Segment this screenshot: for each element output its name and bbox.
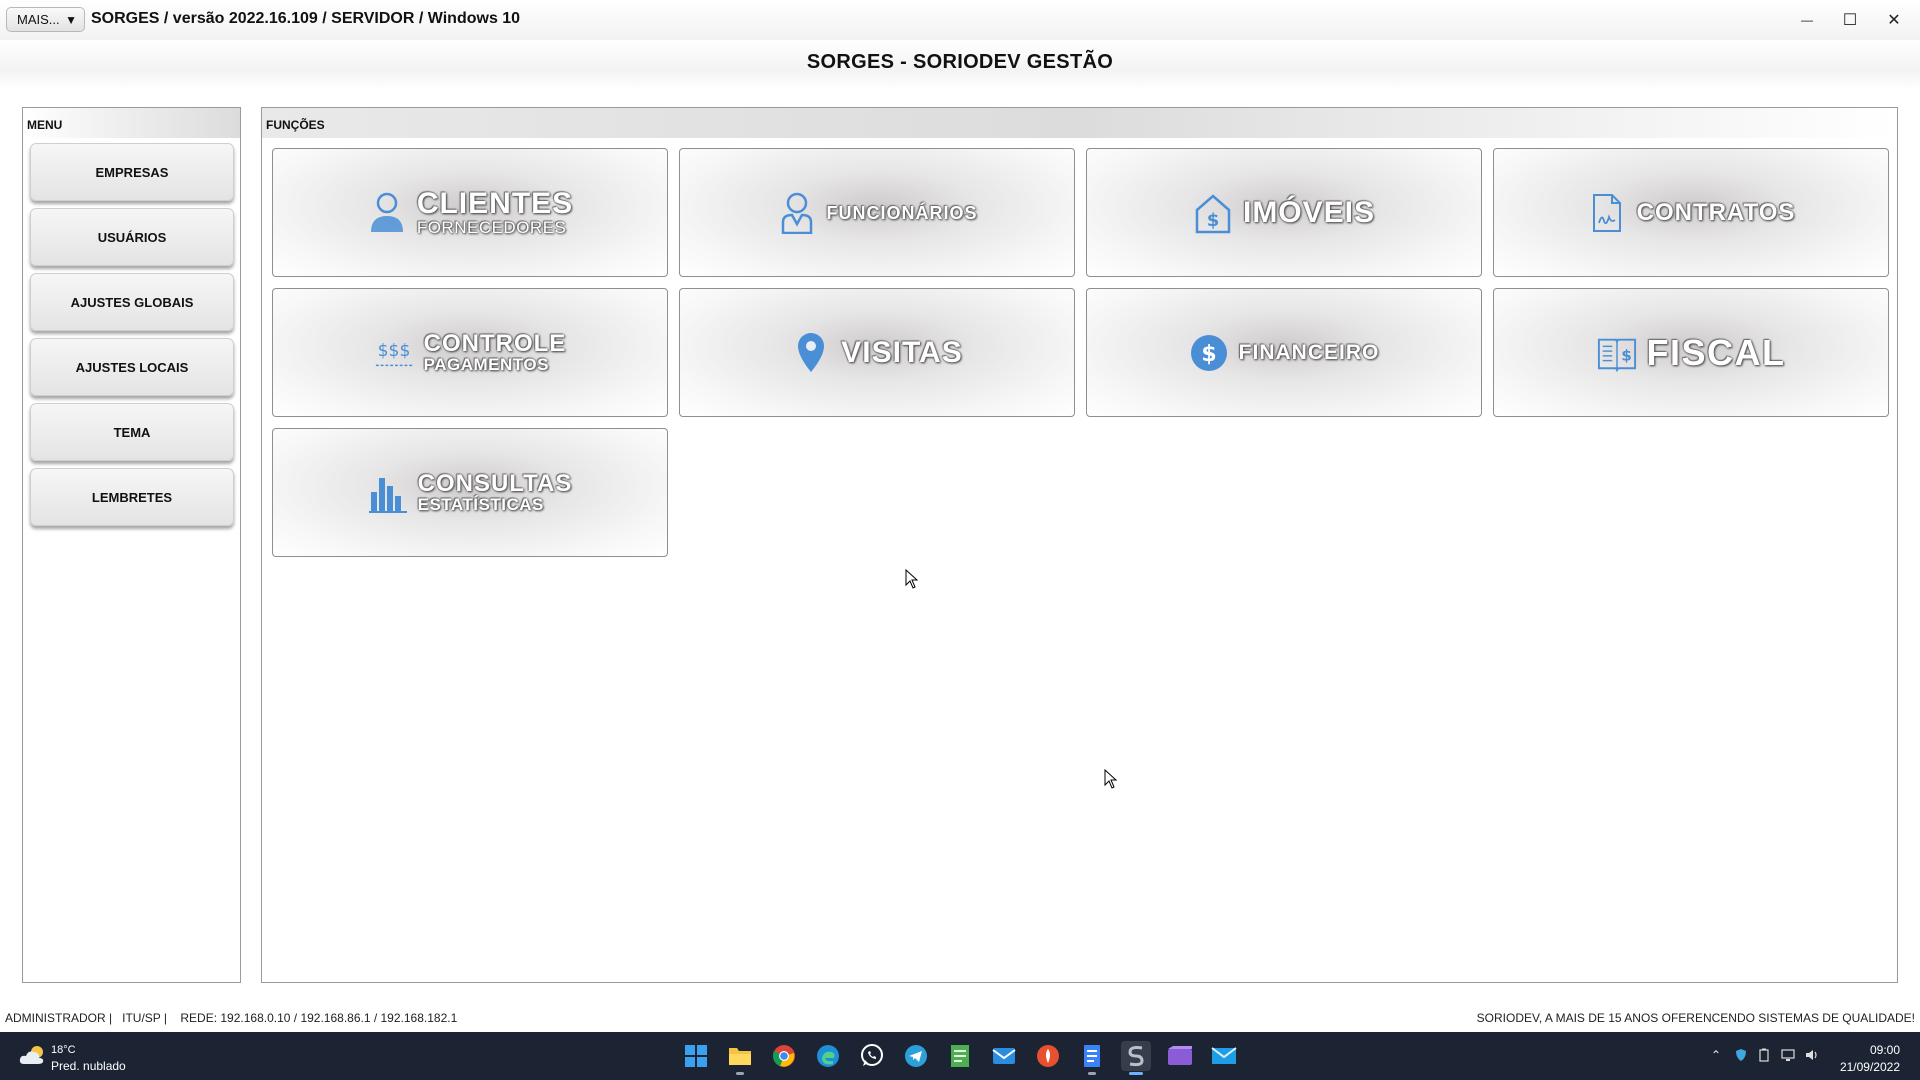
contract-icon [1587, 191, 1627, 235]
person-icon [367, 191, 407, 235]
location-pin-icon [791, 331, 831, 375]
email-client-icon[interactable] [1209, 1041, 1239, 1071]
tile-fiscal[interactable]: $ FISCAL [1493, 288, 1889, 417]
chevron-up-icon[interactable]: ⌃ [1708, 1048, 1724, 1064]
tile-imoveis[interactable]: $ IMÓVEIS [1086, 148, 1482, 277]
menu-button-lembretes[interactable]: LEMBRETES [30, 468, 234, 526]
document-icon[interactable] [1077, 1041, 1107, 1075]
taskbar: 18°C Pred. nublado ⌃ 09:00 21/09/2022 [0, 1032, 1920, 1080]
app-title: SORGES - SORIODEV GESTÃO [806, 51, 1114, 73]
status-right: SORIODEV, A MAIS DE 15 ANOS OFERENCENDO … [1476, 1011, 1915, 1025]
tile-estatisticas-sub: ESTATÍSTICAS [417, 495, 544, 514]
tile-financeiro[interactable]: $ FINANCEIRO [1086, 288, 1482, 417]
menu-button-usuarios[interactable]: USUÁRIOS [30, 208, 234, 266]
status-left: ADMINISTRADOR | ITU/SP | REDE: 192.168.0… [5, 1011, 458, 1025]
tile-consultas-label: CONSULTAS [417, 470, 573, 497]
tile-consultas[interactable]: CONSULTAS ESTATÍSTICAS [272, 428, 668, 557]
tile-imoveis-label: IMÓVEIS [1242, 195, 1376, 229]
menu-button-ajustes-locais[interactable]: AJUSTES LOCAIS [30, 338, 234, 396]
edge-icon[interactable] [813, 1041, 843, 1071]
mouse-cursor-icon [905, 569, 919, 589]
mais-label: MAIS... [17, 12, 60, 27]
tile-pagamentos-sub: PAGAMENTOS [423, 355, 549, 374]
windows-start-icon[interactable] [681, 1041, 711, 1071]
minimize-button[interactable]: — [1792, 8, 1822, 32]
app-icon[interactable] [1033, 1041, 1063, 1071]
menu-button-empresas[interactable]: EMPRESAS [30, 143, 234, 201]
status-bar: ADMINISTRADOR | ITU/SP | REDE: 192.168.0… [0, 1003, 1920, 1031]
cloudy-weather-icon[interactable] [18, 1044, 48, 1066]
tile-clientes-sub: FORNECEDORES [416, 218, 567, 237]
window-title: SORGES / versão 2022.16.109 / SERVIDOR /… [91, 10, 521, 27]
tile-visitas[interactable]: VISITAS [679, 288, 1075, 417]
notepad-icon[interactable] [945, 1041, 975, 1071]
fiscal-book-icon: $ [1597, 331, 1637, 375]
file-explorer-icon[interactable] [725, 1041, 755, 1075]
close-button[interactable]: ✕ [1879, 8, 1909, 32]
whatsapp-icon[interactable] [857, 1041, 887, 1071]
mail-icon[interactable] [989, 1041, 1019, 1071]
network-icon[interactable] [1780, 1048, 1796, 1064]
mouse-cursor-icon [1104, 769, 1118, 789]
tile-controle-pagamentos[interactable]: $$$ CONTROLE PAGAMENTOS [272, 288, 668, 417]
tile-fiscal-label: FISCAL [1646, 331, 1786, 373]
menu-button-tema[interactable]: TEMA [30, 403, 234, 461]
functions-panel: FUNÇÕES CLIENTES FORNECEDORES FUNCIONÁRI… [261, 107, 1898, 983]
caret-down-icon: ▼ [65, 12, 77, 27]
telegram-icon[interactable] [901, 1041, 931, 1071]
tile-clientes[interactable]: CLIENTES FORNECEDORES [272, 148, 668, 277]
svg-text:$: $ [1207, 210, 1220, 231]
dollar-circle-icon: $ [1189, 331, 1229, 375]
menu-panel: MENU EMPRESAS USUÁRIOS AJUSTES GLOBAIS A… [22, 107, 241, 983]
tile-contratos-label: CONTRATOS [1636, 198, 1796, 226]
mais-dropdown-button[interactable]: MAIS... ▼ [6, 7, 85, 32]
bar-chart-icon [368, 471, 408, 515]
maximize-button[interactable]: ☐ [1835, 8, 1865, 32]
volume-icon[interactable] [1804, 1048, 1820, 1064]
tile-visitas-label: VISITAS [841, 335, 963, 369]
house-dollar-icon: $ [1193, 191, 1233, 235]
dollar-signs-icon: $$$ [374, 331, 414, 375]
maximize-icon: ☐ [1842, 12, 1858, 29]
weather-temperature: 18°C [51, 1044, 76, 1056]
tile-financeiro-label: FINANCEIRO [1238, 341, 1380, 364]
battery-icon[interactable] [1756, 1048, 1772, 1064]
sorges-icon[interactable] [1121, 1041, 1151, 1075]
svg-text:$: $ [1201, 342, 1216, 367]
clock-time[interactable]: 09:00 [1870, 1043, 1900, 1057]
video-editor-icon[interactable] [1165, 1041, 1195, 1071]
functions-header: FUNÇÕES [262, 108, 1897, 138]
svg-text:$$$: $$$ [377, 340, 410, 360]
menu-button-ajustes-globais[interactable]: AJUSTES GLOBAIS [30, 273, 234, 331]
weather-description: Pred. nublado [51, 1059, 126, 1073]
clock-date[interactable]: 21/09/2022 [1840, 1060, 1900, 1074]
tile-funcionarios-label: FUNCIONÁRIOS [826, 202, 978, 223]
tile-clientes-label: CLIENTES [416, 187, 574, 220]
security-shield-icon[interactable] [1733, 1048, 1749, 1064]
chrome-icon[interactable] [769, 1041, 799, 1071]
tile-funcionarios[interactable]: FUNCIONÁRIOS [679, 148, 1075, 277]
minimize-icon: — [1801, 13, 1813, 27]
tile-contratos[interactable]: CONTRATOS [1493, 148, 1889, 277]
svg-text:$: $ [1621, 346, 1632, 364]
close-icon: ✕ [1887, 12, 1901, 29]
employee-icon [777, 191, 817, 235]
tile-controle-label: CONTROLE [423, 330, 567, 357]
title-bar: MAIS... ▼ SORGES / versão 2022.16.109 / … [0, 0, 1920, 40]
menu-header: MENU [23, 108, 240, 138]
